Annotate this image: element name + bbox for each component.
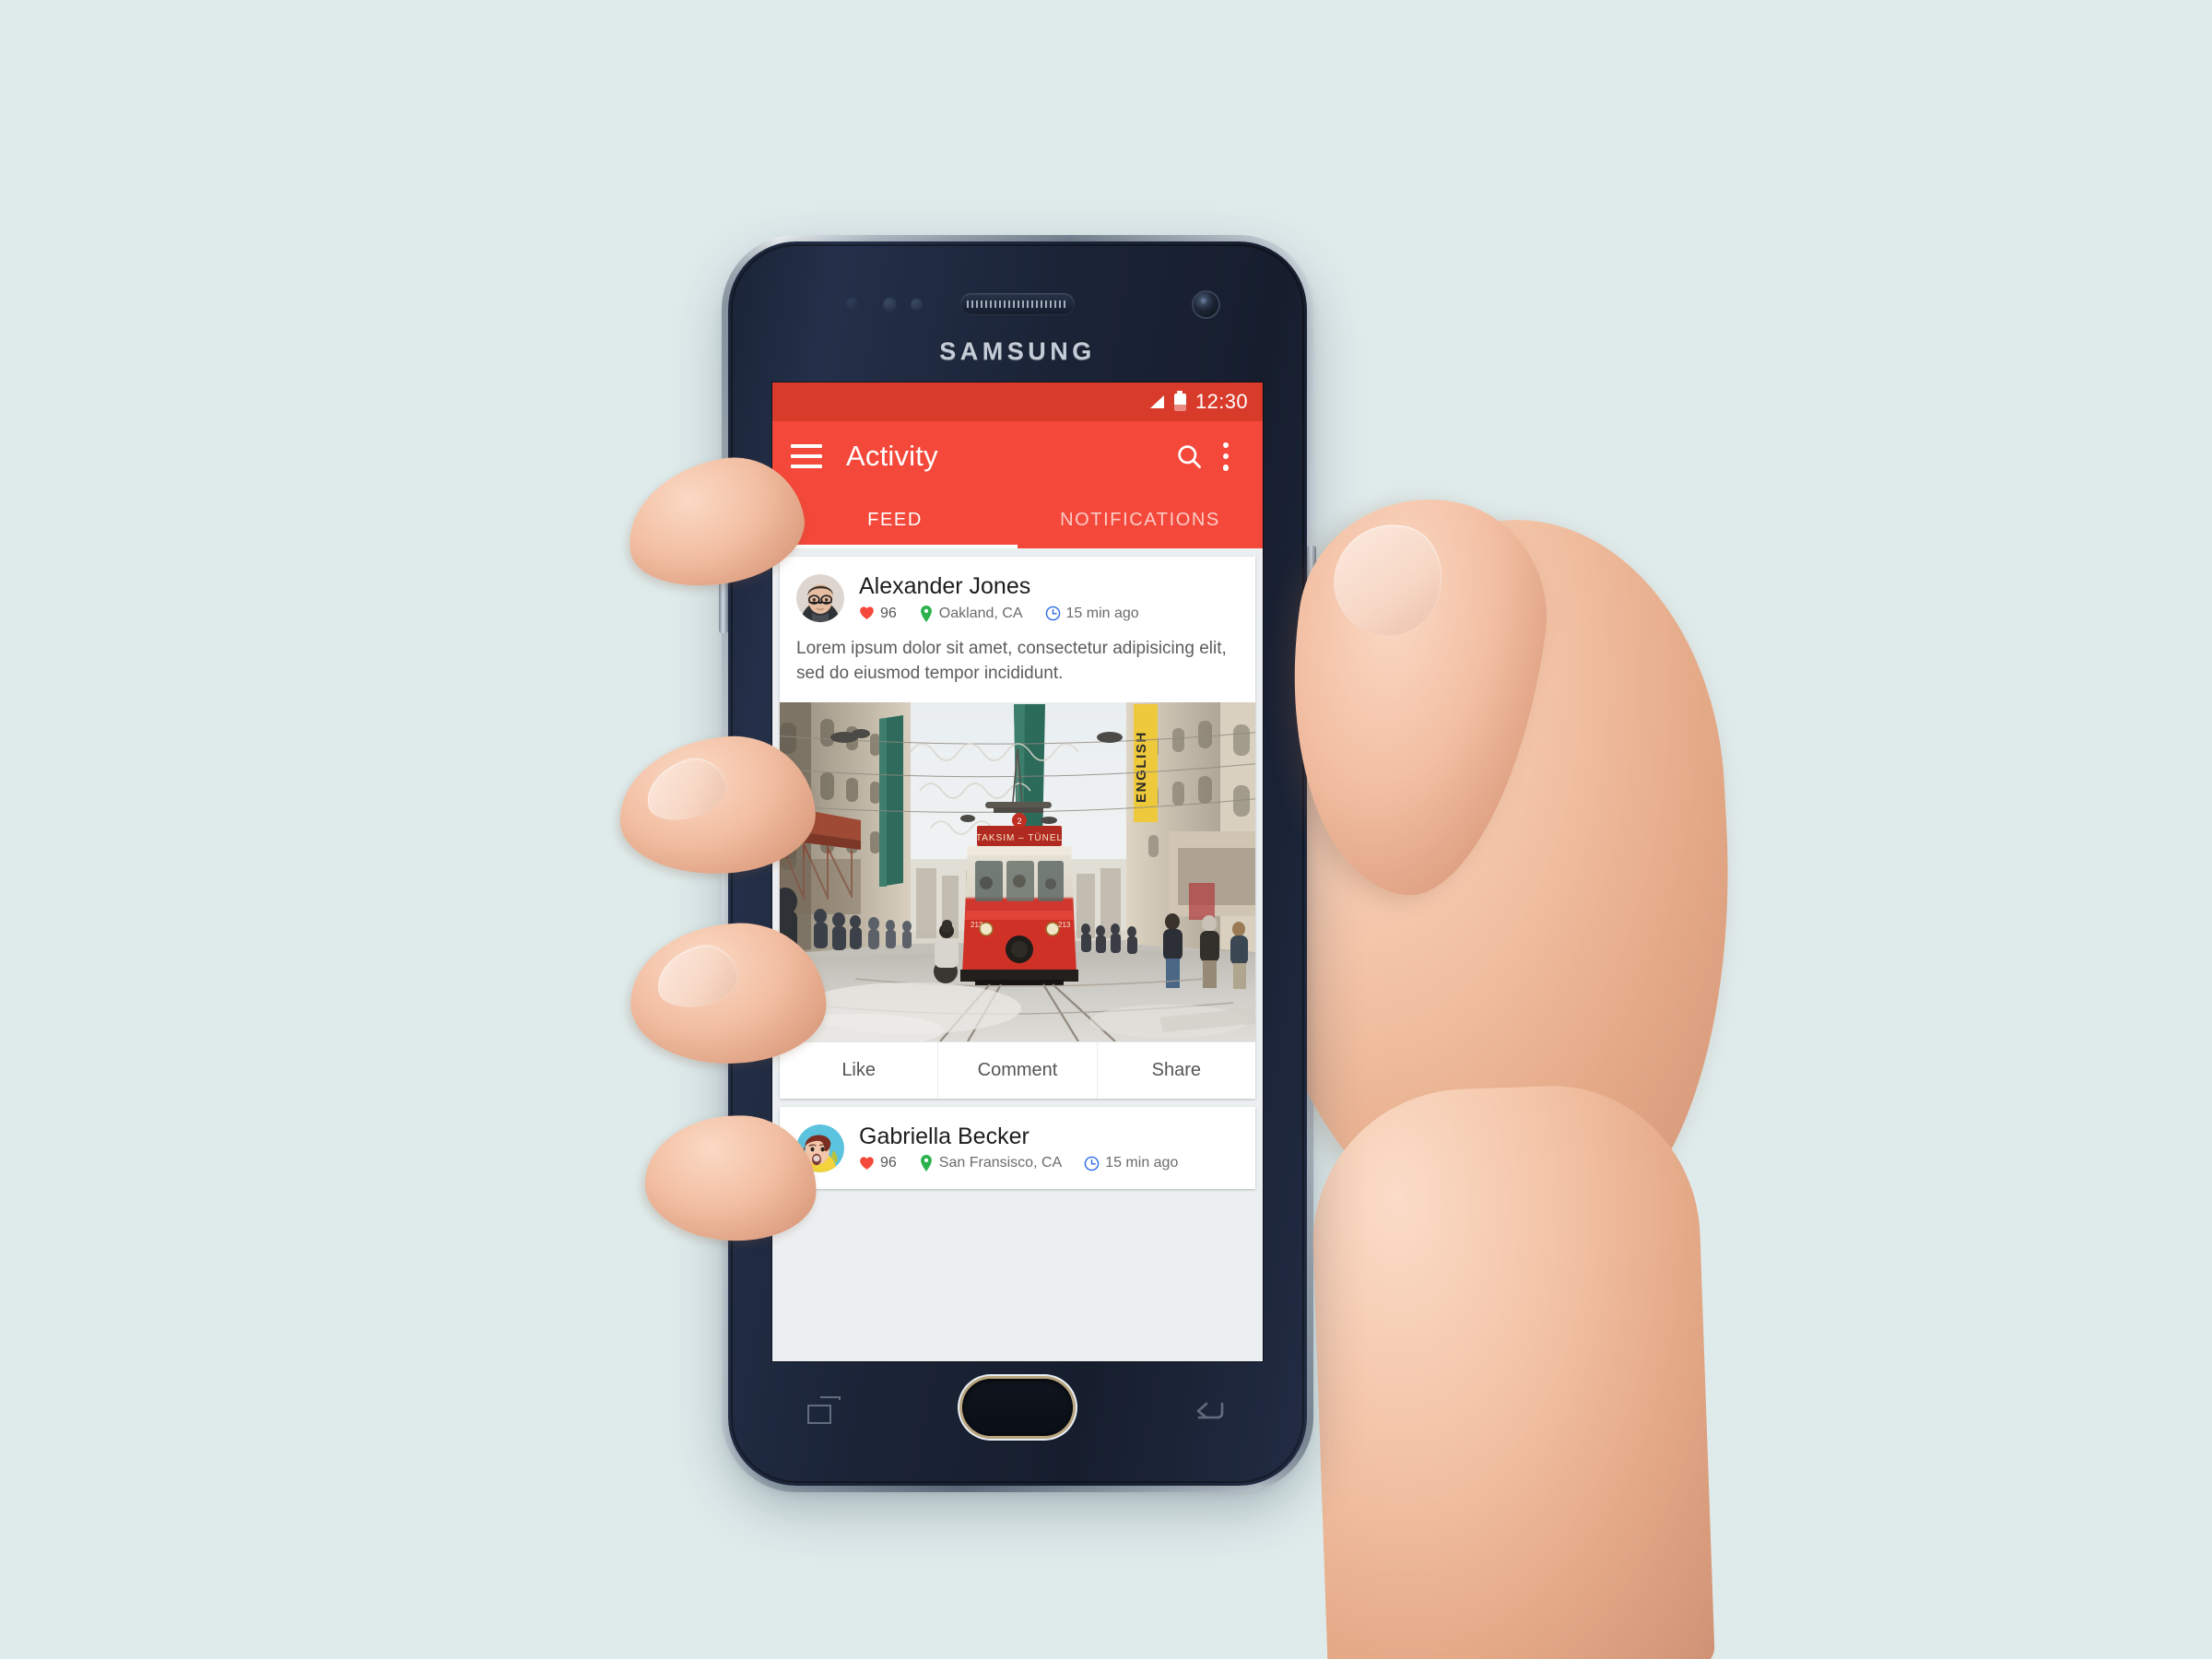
avatar-image (796, 574, 844, 622)
like-button[interactable]: Like (780, 1042, 937, 1099)
tab-indicator (772, 545, 1018, 548)
share-button[interactable]: Share (1096, 1041, 1255, 1099)
power-button[interactable] (1307, 546, 1316, 625)
svg-text:213: 213 (1058, 921, 1071, 929)
heart-icon (860, 606, 874, 619)
avatar-man-with-glasses[interactable] (796, 574, 844, 622)
phone-screen: 12:30 Activity FEED NOTIFICATIONS Alexan… (772, 382, 1263, 1361)
post-header: Gabriella Becker 96 San Fransisco, CA 15… (780, 1107, 1255, 1189)
hamburger-menu-icon[interactable] (791, 444, 822, 468)
post-author-name: Gabriella Becker (859, 1123, 1030, 1149)
app-bar-top-row: Activity (772, 421, 1263, 491)
post-header-text: Gabriella Becker 96 San Fransisco, CA 15… (859, 1124, 1239, 1172)
tab-feed[interactable]: FEED (772, 491, 1018, 548)
home-key[interactable] (962, 1379, 1073, 1436)
svg-text:2: 2 (1017, 817, 1021, 826)
signal-bars-icon (1148, 395, 1164, 408)
back-key-icon[interactable] (1191, 1396, 1228, 1424)
page-title: Activity (846, 440, 938, 472)
clock-icon (1045, 606, 1060, 621)
bottom-bezel-nav (728, 1375, 1307, 1445)
status-bar: 12:30 (772, 382, 1263, 421)
map-pin-icon (920, 1155, 932, 1172)
battery-icon (1173, 390, 1186, 411)
status-bar-time: 12:30 (1194, 390, 1248, 413)
post-likes-count: 96 (880, 605, 897, 621)
svg-text:213: 213 (971, 921, 983, 929)
feed-post-card[interactable]: Alexander Jones 96 Oakland, CA 15 min ag… (780, 557, 1255, 1099)
post-likes: 96 (859, 1156, 897, 1171)
post-time: 15 min ago (1084, 1156, 1178, 1171)
post-time-text: 15 min ago (1065, 605, 1139, 621)
top-bezel-sensors (728, 292, 1307, 317)
post-likes: 96 (859, 606, 897, 621)
map-pin-icon (920, 605, 932, 622)
post-time-text: 15 min ago (1105, 1155, 1179, 1171)
comment-button[interactable]: Comment (937, 1041, 1096, 1099)
iris-sensor-icon (911, 299, 923, 311)
heart-icon (860, 1157, 874, 1170)
avatar-image (796, 1124, 844, 1172)
thumbnail (1322, 512, 1454, 648)
recents-key-icon[interactable] (807, 1396, 841, 1424)
post-time: 15 min ago (1045, 606, 1139, 621)
post-location-text: Oakland, CA (938, 605, 1023, 621)
svg-text:TAKSIM – TÜNEL: TAKSIM – TÜNEL (976, 832, 1063, 843)
light-sensor-icon (846, 298, 858, 310)
feed-list[interactable]: Alexander Jones 96 Oakland, CA 15 min ag… (772, 548, 1263, 1361)
post-likes-count: 96 (880, 1155, 897, 1171)
post-meta: 96 Oakland, CA 15 min ago (859, 605, 1239, 622)
wrist (1307, 1080, 1716, 1659)
tab-notifications[interactable]: NOTIFICATIONS (1018, 491, 1263, 548)
post-meta: 96 San Fransisco, CA 15 min ago (859, 1155, 1239, 1172)
post-header: Alexander Jones 96 Oakland, CA 15 min ag… (780, 557, 1255, 622)
volume-up-button[interactable] (719, 472, 728, 527)
post-author-name: Alexander Jones (859, 573, 1031, 599)
earpiece-speaker (960, 293, 1075, 314)
post-location-text: San Fransisco, CA (938, 1155, 1063, 1171)
avatar-woman-red-hair[interactable] (796, 1124, 844, 1172)
svg-text:ENGLISH: ENGLISH (1134, 731, 1149, 803)
clock-icon (1084, 1156, 1100, 1171)
feed-post-card[interactable]: Gabriella Becker 96 San Fransisco, CA 15… (780, 1106, 1255, 1189)
tab-bar: FEED NOTIFICATIONS (772, 491, 1263, 548)
overflow-menu-icon[interactable] (1207, 438, 1244, 475)
post-location: San Fransisco, CA (919, 1155, 1063, 1172)
volume-down-button[interactable] (719, 541, 728, 633)
middle-fingernail (638, 749, 734, 830)
post-location: Oakland, CA (919, 605, 1023, 622)
search-icon[interactable] (1171, 438, 1207, 475)
post-header-text: Alexander Jones 96 Oakland, CA 15 min ag… (859, 574, 1239, 622)
front-camera-icon (1194, 292, 1218, 317)
smartphone: SAMSUNG 12:30 Activity FEED NOTIFICATION… (719, 235, 1316, 1492)
device-brand-label: SAMSUNG (939, 337, 1096, 365)
street-tram-photo[interactable]: ENGLISH TAKSIM – TÜNEL 2 213 213 (780, 701, 1255, 1041)
post-photo-image: ENGLISH TAKSIM – TÜNEL 2 213 213 (780, 701, 1255, 1041)
post-body-text: Lorem ipsum dolor sit amet, consectetur … (796, 639, 1227, 683)
post-actions: Like Comment Share (780, 1041, 1255, 1099)
mockup-scene: SAMSUNG 12:30 Activity FEED NOTIFICATION… (0, 0, 2212, 1659)
app-bar: Activity FEED NOTIFICATIONS (772, 421, 1263, 548)
proximity-sensor-icon (883, 298, 897, 312)
